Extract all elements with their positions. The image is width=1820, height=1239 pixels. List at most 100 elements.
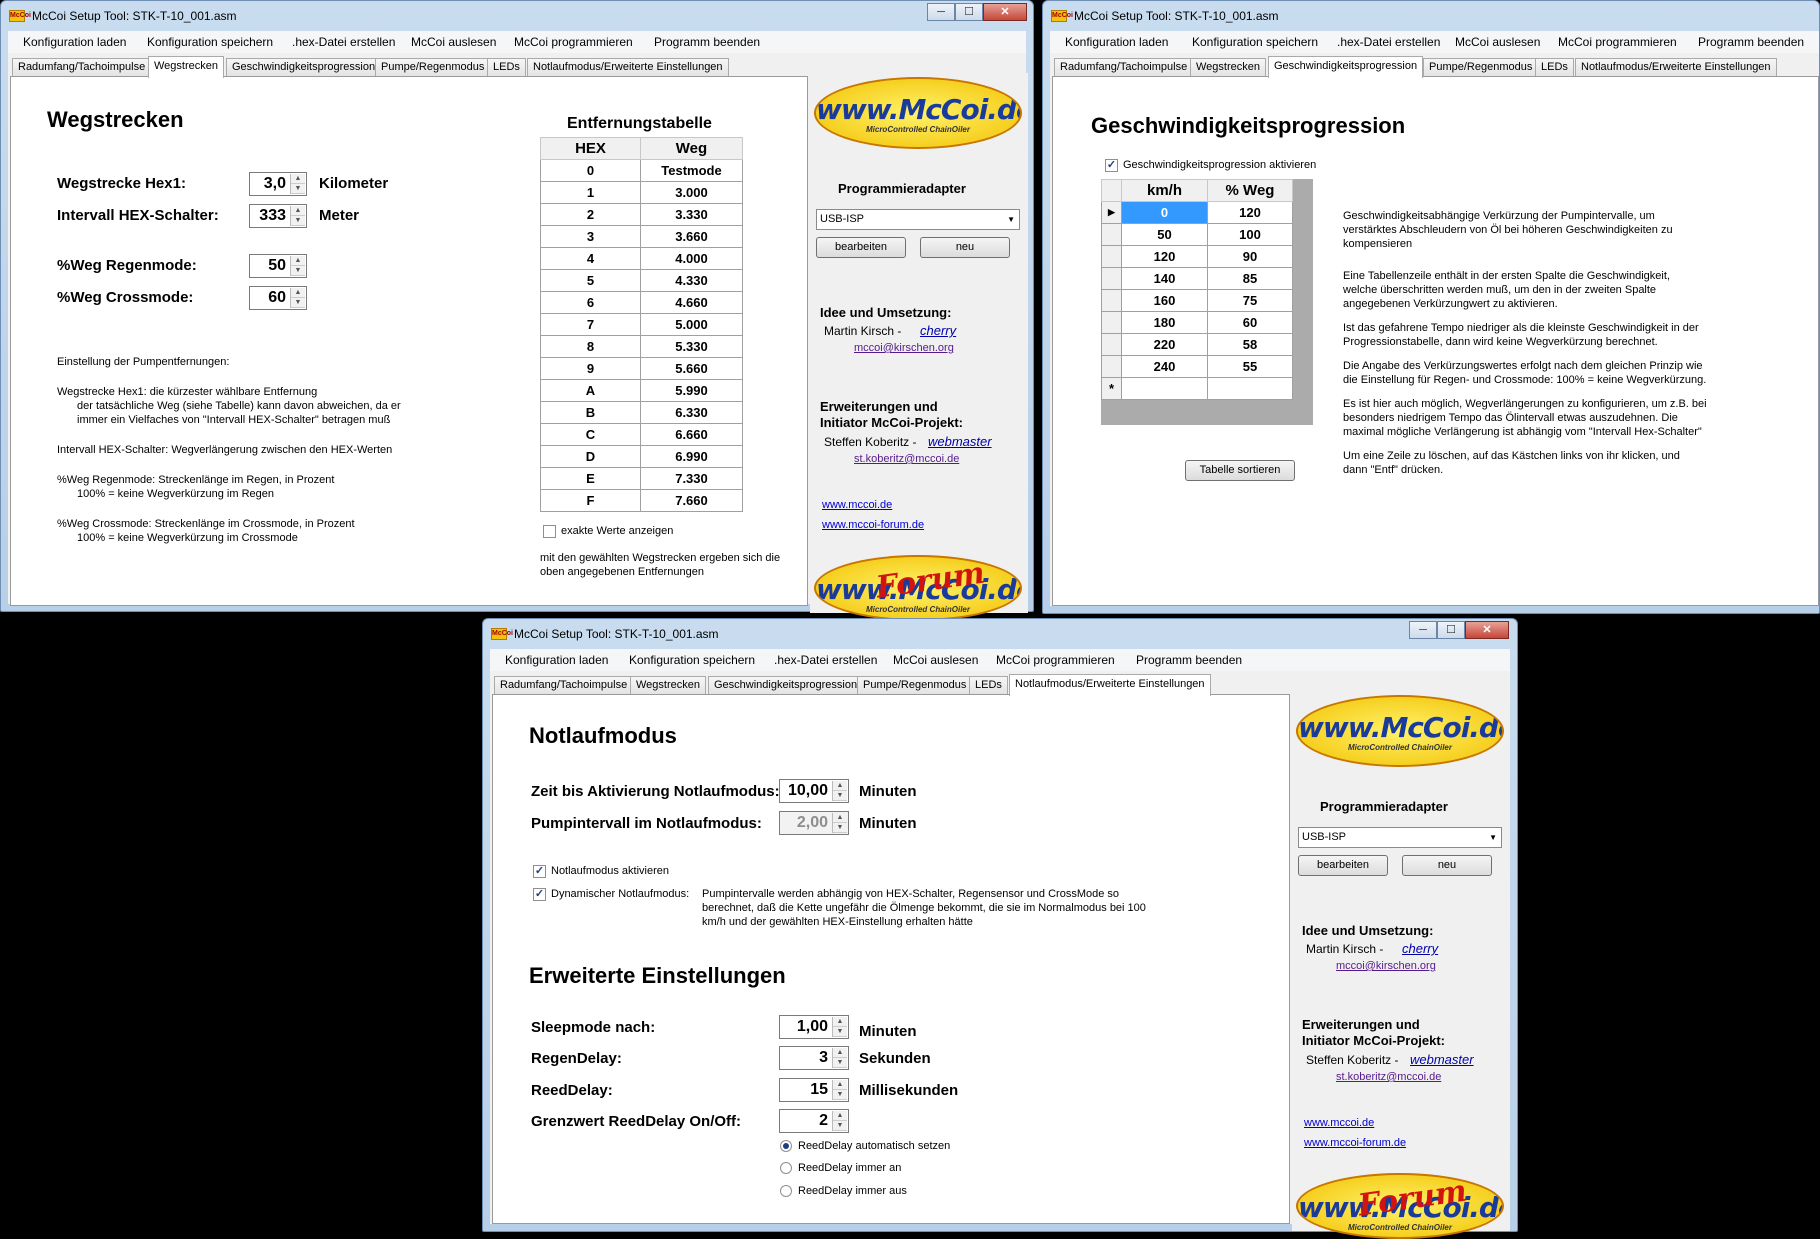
table-row[interactable]: 160 75	[1101, 289, 1293, 312]
cell-hex[interactable]: 0	[540, 159, 641, 182]
sleepmode-spinner[interactable]: 1,00 ▲ ▼	[779, 1015, 849, 1039]
mccoi-forum-logo[interactable]: www.McCoi.de Forum MicroControlled Chain…	[814, 555, 1022, 621]
row-selector[interactable]	[1101, 355, 1122, 378]
spin-up-icon[interactable]: ▲	[291, 256, 305, 266]
close-button[interactable]: ✕	[983, 3, 1027, 21]
cell-hex[interactable]: 7	[540, 313, 641, 336]
tabelle-sortieren-button[interactable]: Tabelle sortieren	[1185, 460, 1295, 481]
notlaufmodus-aktivieren-checkbox[interactable]: ✓	[533, 865, 546, 878]
cell-weg[interactable]: 5.990	[640, 379, 743, 402]
table-row[interactable]: 50 100	[1101, 223, 1293, 246]
cell-weg[interactable]: 100	[1207, 223, 1293, 246]
spin-up-icon[interactable]: ▲	[291, 288, 305, 298]
intervall-hex-schalter-spinner[interactable]: 333 ▲ ▼	[249, 204, 307, 228]
menu-konfiguration-speichern[interactable]: Konfiguration speichern	[147, 35, 273, 49]
spin-down-icon[interactable]: ▼	[833, 1121, 847, 1131]
tab-wegstrecken[interactable]: Wegstrecken	[1190, 58, 1266, 77]
cell-hex[interactable]: 5	[540, 269, 641, 292]
table-row[interactable]: 1 3.000	[540, 181, 743, 204]
table-row[interactable]: E 7.330	[540, 467, 743, 490]
mccoi-forum-link[interactable]: www.mccoi-forum.de	[822, 519, 924, 531]
tab-geschwindigkeitsprogression[interactable]: Geschwindigkeitsprogression	[226, 58, 382, 77]
title-bar[interactable]: McCoi McCoi Setup Tool: STK-T-10_001.asm…	[1, 1, 1033, 31]
table-row[interactable]: 6 4.660	[540, 291, 743, 314]
tab-leds[interactable]: LEDs	[969, 676, 1008, 695]
radio-reeddelay-aus[interactable]	[780, 1185, 792, 1197]
maximize-button[interactable]: ☐	[955, 3, 983, 21]
erweiterungen-nick-link[interactable]: webmaster	[928, 434, 992, 449]
cell-weg[interactable]: 6.660	[640, 423, 743, 446]
table-row[interactable]: 120 90	[1101, 245, 1293, 268]
tab-leds[interactable]: LEDs	[1535, 58, 1574, 77]
cell-weg[interactable]: 75	[1207, 289, 1293, 312]
weg-regenmode-spinner[interactable]: 50 ▲ ▼	[249, 254, 307, 278]
maximize-button[interactable]: ☐	[1437, 621, 1465, 639]
row-selector[interactable]	[1101, 223, 1122, 246]
spinner-arrows[interactable]: ▲ ▼	[290, 174, 305, 194]
spin-down-icon[interactable]: ▼	[291, 298, 305, 308]
col-header-hex[interactable]: HEX	[540, 137, 641, 160]
minimize-button[interactable]: ─	[1409, 621, 1437, 639]
tab-geschwindigkeitsprogression[interactable]: Geschwindigkeitsprogression	[708, 676, 864, 695]
menu-konfiguration-speichern[interactable]: Konfiguration speichern	[1192, 35, 1318, 49]
mccoi-forum-logo[interactable]: www.McCoi.de Forum MicroControlled Chain…	[1296, 1173, 1504, 1239]
radio-reeddelay-an[interactable]	[780, 1162, 792, 1174]
cell-hex[interactable]: 3	[540, 225, 641, 248]
cell-weg[interactable]: 60	[1207, 311, 1293, 334]
table-row[interactable]: ▶ 0 120	[1101, 201, 1293, 224]
mccoi-website-link[interactable]: www.mccoi.de	[822, 499, 892, 511]
spin-up-icon[interactable]: ▲	[833, 1111, 847, 1121]
cell-kmh[interactable]: 160	[1121, 289, 1208, 312]
row-selector[interactable]	[1101, 289, 1122, 312]
spinner-arrows[interactable]: ▲ ▼	[290, 256, 305, 276]
erweiterungen-mail-link[interactable]: st.koberitz@mccoi.de	[854, 453, 959, 465]
tab-radumfang[interactable]: Radumfang/Tachoimpulse	[494, 676, 634, 695]
table-row[interactable]: C 6.660	[540, 423, 743, 446]
table-row[interactable]: 180 60	[1101, 311, 1293, 334]
tab-pumpe-regenmodus[interactable]: Pumpe/Regenmodus	[857, 676, 973, 695]
table-row[interactable]: 2 3.330	[540, 203, 743, 226]
row-selector[interactable]	[1101, 267, 1122, 290]
cell-weg[interactable]: Testmode	[640, 159, 743, 182]
cell-hex[interactable]: D	[540, 445, 641, 468]
row-selector[interactable]	[1101, 245, 1122, 268]
entfernungstabelle[interactable]: HEX Weg 0 Testmode 1 3.000 2 3.330 3 3.660 4 4.00…	[540, 137, 743, 512]
menu-programm-beenden[interactable]: Programm beenden	[654, 35, 760, 49]
regendelay-spinner[interactable]: 3 ▲ ▼	[779, 1046, 849, 1070]
table-row[interactable]: 8 5.330	[540, 335, 743, 358]
cell-hex[interactable]: 1	[540, 181, 641, 204]
grenzwert-reeddelay-spinner[interactable]: 2 ▲ ▼	[779, 1109, 849, 1133]
zeit-bis-aktivierung-spinner[interactable]: 10,00 ▲ ▼	[779, 779, 849, 803]
idee-mail-link[interactable]: mccoi@kirschen.org	[1336, 960, 1436, 972]
row-selector[interactable]	[1101, 311, 1122, 334]
cell-hex[interactable]: B	[540, 401, 641, 424]
neu-button[interactable]: neu	[920, 237, 1010, 258]
spin-up-icon[interactable]: ▲	[833, 1080, 847, 1090]
menu-konfiguration-laden[interactable]: Konfiguration laden	[1065, 35, 1168, 49]
menu-konfiguration-laden[interactable]: Konfiguration laden	[505, 653, 608, 667]
progression-table[interactable]: km/h % Weg ▶ 0 120 50 100 120 90 140 85 160 75 180 6…	[1101, 179, 1293, 400]
cell-weg[interactable]: 7.660	[640, 489, 743, 512]
new-row-icon[interactable]: *	[1101, 377, 1122, 400]
mccoi-logo[interactable]: www.McCoi.de MicroControlled ChainOiler	[814, 77, 1022, 149]
table-row[interactable]: 3 3.660	[540, 225, 743, 248]
col-header-kmh[interactable]: km/h	[1121, 179, 1208, 202]
spin-up-icon[interactable]: ▲	[291, 174, 305, 184]
table-row[interactable]: 4 4.000	[540, 247, 743, 270]
cell-weg[interactable]: 3.000	[640, 181, 743, 204]
idee-nick-link[interactable]: cherry	[1402, 941, 1438, 956]
tab-radumfang[interactable]: Radumfang/Tachoimpulse	[12, 58, 152, 77]
table-row[interactable]: F 7.660	[540, 489, 743, 512]
spinner-arrows[interactable]: ▲ ▼	[290, 206, 305, 226]
spin-down-icon[interactable]: ▼	[291, 266, 305, 276]
spin-up-icon[interactable]: ▲	[291, 206, 305, 216]
tab-leds[interactable]: LEDs	[487, 58, 526, 77]
title-bar[interactable]: McCoi McCoi Setup Tool: STK-T-10_001.asm…	[483, 619, 1517, 649]
menu-konfiguration-speichern[interactable]: Konfiguration speichern	[629, 653, 755, 667]
idee-nick-link[interactable]: cherry	[920, 323, 956, 338]
table-row[interactable]: 7 5.000	[540, 313, 743, 336]
tab-pumpe-regenmodus[interactable]: Pumpe/Regenmodus	[375, 58, 491, 77]
cell-weg[interactable]: 3.330	[640, 203, 743, 226]
cell-kmh[interactable]: 220	[1121, 333, 1208, 356]
radio-reeddelay-auto[interactable]	[780, 1140, 792, 1152]
